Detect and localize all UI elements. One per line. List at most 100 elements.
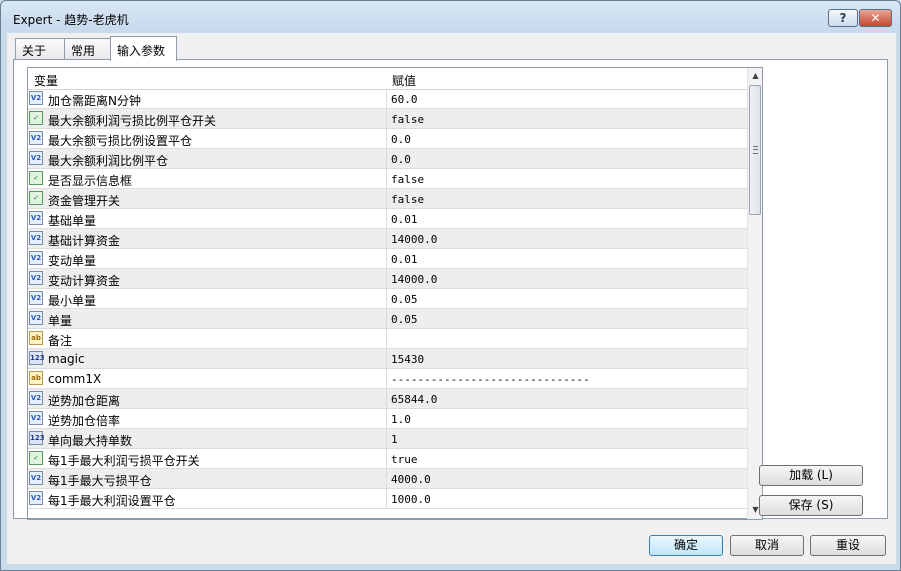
- param-value[interactable]: 0.0: [391, 133, 411, 146]
- column-divider: [386, 89, 387, 108]
- param-value[interactable]: 15430: [391, 353, 424, 366]
- table-row[interactable]: 123 单向最大持单数 1: [28, 429, 747, 449]
- column-divider: [386, 449, 387, 468]
- param-type-int-icon: 123: [29, 431, 45, 445]
- table-row[interactable]: ✓ 每1手最大利润亏损平仓开关 true: [28, 449, 747, 469]
- table-row[interactable]: V2 最大余额亏损比例设置平仓 0.0: [28, 129, 747, 149]
- param-value[interactable]: 65844.0: [391, 393, 437, 406]
- ok-button[interactable]: 确定: [649, 535, 723, 556]
- param-name: 最大余额利润比例平仓: [48, 154, 169, 168]
- param-type-dbl-icon: V2: [29, 391, 43, 405]
- param-value[interactable]: ------------------------------: [391, 373, 590, 386]
- inputs-panel: 变量 赋值 V2 加仓需距离N分钟 60.0 ✓ 最大余额利润亏损比例平仓开关 false…: [13, 59, 888, 520]
- tab-about[interactable]: 关于: [15, 38, 65, 60]
- column-divider: [386, 169, 387, 188]
- param-value[interactable]: 1000.0: [391, 493, 431, 506]
- param-type-dbl-icon: V2: [29, 151, 43, 165]
- param-name: 变动单量: [48, 254, 97, 268]
- param-value[interactable]: 4000.0: [391, 473, 431, 486]
- tab-common[interactable]: 常用: [64, 38, 111, 60]
- grip-icon: [753, 146, 758, 154]
- param-name: 是否显示信息框: [48, 174, 133, 188]
- param-type-dbl-icon: V2: [29, 131, 43, 145]
- param-name: 逆势加仓倍率: [48, 414, 121, 428]
- param-type-dbl-icon: V2: [29, 271, 43, 285]
- param-value[interactable]: 60.0: [391, 93, 418, 106]
- param-type-bool-icon: ✓: [29, 171, 43, 185]
- load-button[interactable]: 加载 (L): [759, 465, 863, 486]
- param-name: 基础计算资金: [48, 234, 121, 248]
- parameters-grid: 变量 赋值 V2 加仓需距离N分钟 60.0 ✓ 最大余额利润亏损比例平仓开关 false…: [27, 67, 763, 520]
- column-header-value[interactable]: 赋值: [392, 72, 416, 89]
- param-type-dbl-icon: V2: [29, 251, 43, 265]
- param-value[interactable]: 0.01: [391, 253, 418, 266]
- tab-inputs[interactable]: 输入参数: [110, 36, 177, 61]
- param-value[interactable]: 0.05: [391, 313, 418, 326]
- scroll-thumb[interactable]: [749, 85, 761, 215]
- param-type-int-icon: 123: [29, 351, 45, 365]
- table-row[interactable]: 123 magic 15430: [28, 349, 747, 369]
- param-value[interactable]: false: [391, 193, 424, 206]
- param-name: 逆势加仓距离: [48, 394, 121, 408]
- title-bar[interactable]: Expert - 趋势-老虎机 ? ✕: [1, 1, 900, 33]
- param-value[interactable]: 14000.0: [391, 273, 437, 286]
- table-row[interactable]: ✓ 是否显示信息框 false: [28, 169, 747, 189]
- param-value[interactable]: false: [391, 113, 424, 126]
- table-row[interactable]: V2 每1手最大利润设置平仓 1000.0: [28, 489, 747, 509]
- table-row[interactable]: V2 逆势加仓倍率 1.0: [28, 409, 747, 429]
- param-type-str-icon: ab: [29, 331, 43, 345]
- param-type-dbl-icon: V2: [29, 471, 43, 485]
- param-value[interactable]: 14000.0: [391, 233, 437, 246]
- param-name: 备注: [48, 334, 73, 348]
- table-row[interactable]: V2 基础单量 0.01: [28, 209, 747, 229]
- column-divider: [386, 489, 387, 508]
- param-value[interactable]: 0.05: [391, 293, 418, 306]
- column-divider: [386, 129, 387, 148]
- param-name: comm1X: [48, 372, 102, 386]
- table-row[interactable]: ab comm1X ------------------------------: [28, 369, 747, 389]
- table-row[interactable]: V2 最大余额利润比例平仓 0.0: [28, 149, 747, 169]
- column-divider: [386, 189, 387, 208]
- column-divider: [386, 289, 387, 308]
- column-header-variable[interactable]: 变量: [34, 72, 58, 89]
- param-name: 每1手最大利润亏损平仓开关: [48, 454, 200, 468]
- grid-header: 变量 赋值: [28, 68, 747, 90]
- cancel-button[interactable]: 取消: [730, 535, 804, 556]
- param-name: 最大余额利润亏损比例平仓开关: [48, 114, 217, 128]
- table-row[interactable]: V2 变动单量 0.01: [28, 249, 747, 269]
- param-name: 资金管理开关: [48, 194, 121, 208]
- column-divider: [386, 349, 387, 368]
- table-row[interactable]: V2 逆势加仓距离 65844.0: [28, 389, 747, 409]
- table-row[interactable]: ✓ 最大余额利润亏损比例平仓开关 false: [28, 109, 747, 129]
- param-value[interactable]: true: [391, 453, 418, 466]
- param-value[interactable]: 0.01: [391, 213, 418, 226]
- scroll-up-icon[interactable]: ▲: [751, 71, 760, 81]
- table-row[interactable]: V2 最小单量 0.05: [28, 289, 747, 309]
- param-name: 加仓需距离N分钟: [48, 94, 141, 108]
- param-name: 最小单量: [48, 294, 97, 308]
- save-button[interactable]: 保存 (S): [759, 495, 863, 516]
- table-row[interactable]: ✓ 资金管理开关 false: [28, 189, 747, 209]
- close-button[interactable]: ✕: [859, 9, 892, 27]
- table-row[interactable]: V2 加仓需距离N分钟 60.0: [28, 89, 747, 109]
- table-row[interactable]: V2 基础计算资金 14000.0: [28, 229, 747, 249]
- param-name: 每1手最大亏损平仓: [48, 474, 152, 488]
- table-row[interactable]: V2 单量 0.05: [28, 309, 747, 329]
- param-name: 最大余额亏损比例设置平仓: [48, 134, 193, 148]
- table-row[interactable]: ab 备注: [28, 329, 747, 349]
- param-type-dbl-icon: V2: [29, 491, 43, 505]
- table-row[interactable]: V2 每1手最大亏损平仓 4000.0: [28, 469, 747, 489]
- param-type-dbl-icon: V2: [29, 211, 43, 225]
- param-value[interactable]: false: [391, 173, 424, 186]
- param-name: 每1手最大利润设置平仓: [48, 494, 176, 508]
- param-value[interactable]: 1: [391, 433, 398, 446]
- param-type-dbl-icon: V2: [29, 311, 43, 325]
- param-value[interactable]: 1.0: [391, 413, 411, 426]
- window-title: Expert - 趋势-老虎机: [13, 13, 129, 27]
- dialog-body: 关于 常用 输入参数 变量 赋值 V2 加仓需距离N分钟 60.0 ✓ 最大余额利润亏损…: [7, 33, 896, 564]
- vertical-scrollbar[interactable]: ▲ ▼: [747, 68, 762, 519]
- table-row[interactable]: V2 变动计算资金 14000.0: [28, 269, 747, 289]
- help-button[interactable]: ?: [828, 9, 858, 27]
- param-value[interactable]: 0.0: [391, 153, 411, 166]
- reset-button[interactable]: 重设: [810, 535, 886, 556]
